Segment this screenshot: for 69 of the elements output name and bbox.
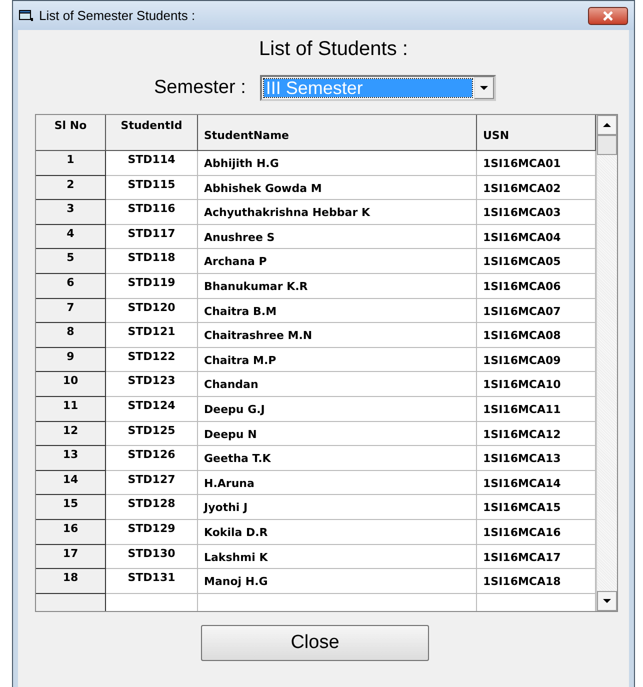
window-title: List of Semester Students : xyxy=(39,8,196,23)
table-cell: Anushree S xyxy=(198,224,477,250)
table-cell: Abhijith H.G xyxy=(198,151,477,176)
table-cell: STD123 xyxy=(106,372,198,397)
table-cell: 6 xyxy=(36,274,106,299)
table-cell: 9 xyxy=(36,348,106,372)
table-cell: 14 xyxy=(36,470,106,496)
table-cell: 18 xyxy=(36,569,106,594)
table-cell: STD115 xyxy=(106,176,198,200)
table-cell: Lakshmi K xyxy=(198,544,477,570)
table-cell: Deepu N xyxy=(198,422,477,446)
table-cell: 1 xyxy=(36,151,106,176)
table-cell: 15 xyxy=(36,495,106,520)
table-cell: 10 xyxy=(36,372,106,397)
scroll-up-icon[interactable] xyxy=(603,123,611,127)
scroll-down-icon[interactable] xyxy=(603,599,611,603)
table-cell: STD129 xyxy=(106,520,198,544)
table-cell: 13 xyxy=(36,446,106,471)
table-cell: STD121 xyxy=(106,323,198,348)
window-icon xyxy=(19,10,33,22)
table-cell: 8 xyxy=(36,323,106,348)
table-cell: Geetha T.K xyxy=(198,446,477,471)
table-cell: Manoj H.G xyxy=(198,569,477,594)
heading: List of Students : xyxy=(258,38,409,61)
table-cell: STD130 xyxy=(106,544,198,570)
table-cell: STD126 xyxy=(106,446,198,471)
scrollbar[interactable] xyxy=(596,115,617,611)
table-cell: STD122 xyxy=(106,348,198,372)
semester-label: Semester : xyxy=(154,77,246,99)
table-cell: Chaitra B.M xyxy=(198,298,477,324)
table-cell: 3 xyxy=(36,200,106,225)
column-header[interactable]: USN xyxy=(477,115,596,151)
table-cell: STD117 xyxy=(106,224,198,250)
column-header[interactable]: StudentId xyxy=(106,115,198,151)
table-cell: 4 xyxy=(36,224,106,250)
table-cell: Achyuthakrishna Hebbar K xyxy=(198,200,477,225)
table-cell: STD127 xyxy=(106,470,198,496)
table-cell: Archana P xyxy=(198,249,477,274)
table-cell: H.Aruna xyxy=(198,470,477,496)
table-cell: Chaitrashree M.N xyxy=(198,323,477,348)
table-cell: 7 xyxy=(36,298,106,324)
table-cell: STD120 xyxy=(106,298,198,324)
column-header[interactable]: StudentName xyxy=(198,115,477,151)
table-cell: 5 xyxy=(36,249,106,274)
table-cell: 16 xyxy=(36,520,106,544)
close-button[interactable]: Close xyxy=(201,625,429,661)
table-cell: STD125 xyxy=(106,422,198,446)
table-cell: 12 xyxy=(36,422,106,446)
table-cell: 11 xyxy=(36,396,106,422)
table-cell: Kokila D.R xyxy=(198,520,477,544)
table-cell: Deepu G.J xyxy=(198,396,477,422)
table-cell: STD114 xyxy=(106,151,198,176)
table-cell: Bhanukumar K.R xyxy=(198,274,477,299)
table-cell: 17 xyxy=(36,544,106,570)
table-cell: STD119 xyxy=(106,274,198,299)
table-cell: STD116 xyxy=(106,200,198,225)
table-cell: 2 xyxy=(36,176,106,200)
table-cell: STD128 xyxy=(106,495,198,520)
table-cell: STD124 xyxy=(106,396,198,422)
table-cell: STD131 xyxy=(106,569,198,594)
table-cell: Chaitra M.P xyxy=(198,348,477,372)
scroll-thumb[interactable] xyxy=(597,135,617,155)
table-cell: Jyothi J xyxy=(198,495,477,520)
table-cell: Abhishek Gowda M xyxy=(198,176,477,200)
close-icon[interactable] xyxy=(588,6,628,24)
table-cell: STD118 xyxy=(106,249,198,274)
column-header[interactable]: Sl No xyxy=(36,115,106,151)
table-cell: Chandan xyxy=(198,372,477,397)
caret-icon xyxy=(480,86,488,90)
